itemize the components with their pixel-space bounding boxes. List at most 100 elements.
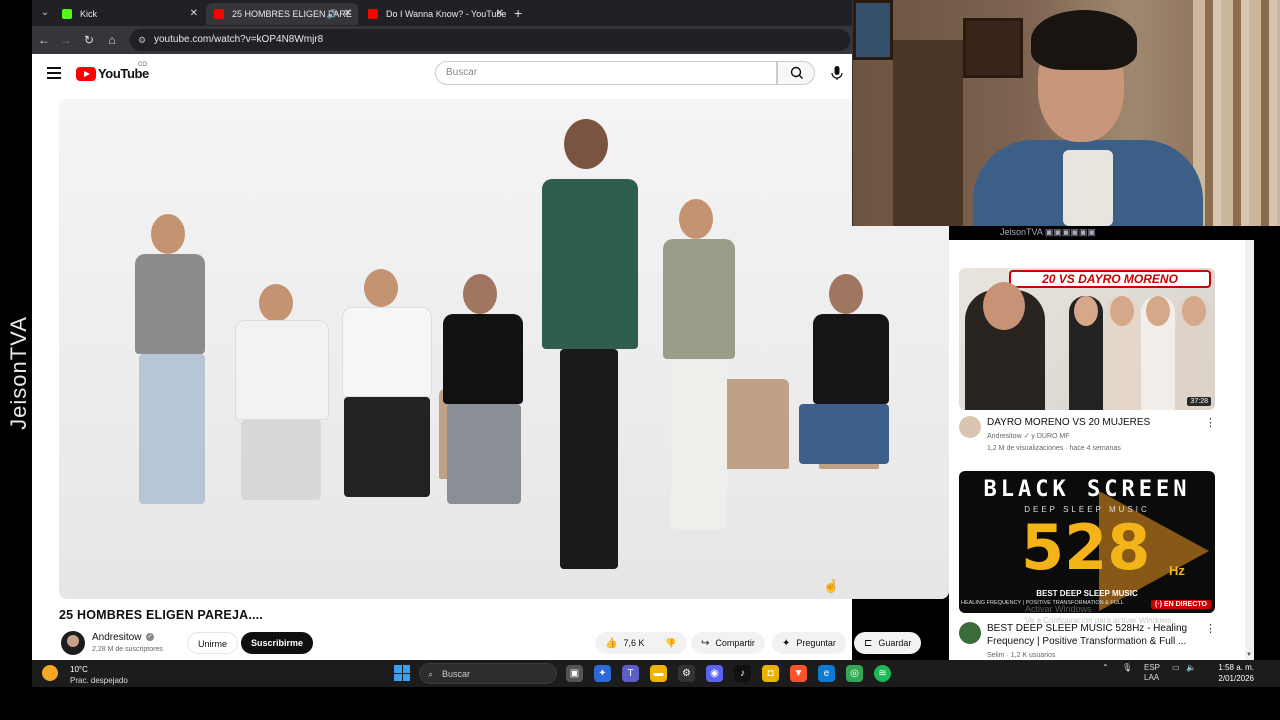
forward-arrow-icon[interactable]: → — [58, 32, 74, 48]
recommendation-stats: 1,2 M de visualizaciones · hace 4 semana… — [987, 445, 1121, 452]
tab-do-i-wanna-know[interactable]: Do I Wanna Know? - YouTube ✕ — [360, 3, 510, 25]
subscribe-label: Suscribirme — [251, 638, 304, 648]
person — [129, 214, 219, 514]
more-options-icon[interactable]: ⋮ — [1205, 416, 1216, 429]
search-input[interactable]: Buscar — [435, 61, 777, 85]
volume-icon[interactable]: 🔈 — [1186, 663, 1196, 672]
subscribe-button[interactable]: Suscribirme — [241, 632, 314, 654]
channel-avatar[interactable] — [959, 622, 981, 644]
system-clock[interactable]: 1:58 a. m. 2/01/2026 — [1204, 662, 1254, 684]
back-arrow-icon[interactable]: ← — [36, 32, 52, 48]
windows-start-icon[interactable] — [394, 665, 410, 681]
channel-name[interactable]: Andresitow — [92, 632, 141, 643]
brave-browser-icon[interactable]: ▼ — [790, 665, 807, 682]
url-text: youtube.com/watch?v=kOP4N8Wmjr8 — [154, 34, 324, 45]
recommendation-title[interactable]: DAYRO MORENO VS 20 MUJERES — [987, 416, 1199, 429]
streamer-shirt — [1063, 150, 1113, 226]
stream-watermark: JeisonTVA — [0, 0, 32, 660]
youtube-page: YouTube CO Buscar 25 HOMBRES ELIGEN PARE… — [32, 54, 949, 660]
site-info-icon[interactable]: ⚙ — [138, 34, 150, 46]
tab-label: Do I Wanna Know? - YouTube — [386, 9, 507, 19]
speaker-icon[interactable]: 🔊 — [327, 3, 338, 25]
tab-25-hombres[interactable]: 25 HOMBRES ELIGEN PARE 🔊 ✕ — [206, 3, 358, 25]
bookmark-icon: ⊏ — [864, 638, 873, 649]
social-handles-strip: JeisonTVA ▣▣▣▣▣▣ — [1000, 227, 1096, 237]
webcam-background-painting — [963, 18, 1023, 78]
recommendation-thumbnail[interactable]: BLACK SCREEN DEEP SLEEP MUSIC 528 Hz BES… — [959, 471, 1215, 613]
browser-tab-bar: ⌄ Kick ✕ 25 HOMBRES ELIGEN PARE 🔊 ✕ Do I… — [32, 0, 852, 26]
file-explorer-icon[interactable]: ▬ — [650, 665, 667, 682]
video-duration: 37:28 — [1187, 397, 1211, 406]
webcam-background-curtain — [1193, 0, 1280, 226]
more-options-icon[interactable]: ⋮ — [1205, 622, 1216, 635]
live-badge-label: EN DIRECTO — [1163, 601, 1207, 608]
task-view-icon[interactable]: ▣ — [566, 665, 583, 682]
home-icon[interactable]: ⌂ — [104, 32, 120, 48]
activate-windows-hint: Ve a Configuración para activar Windows. — [1025, 616, 1174, 625]
dislike-button[interactable]: 👎 — [657, 632, 687, 654]
person — [534, 119, 644, 589]
join-label: Unirme — [198, 639, 228, 649]
scrollbar[interactable]: ▼ — [1245, 240, 1254, 660]
recommendation-thumbnail[interactable]: 20 VS DAYRO MORENO 37:28 — [959, 268, 1215, 410]
person — [229, 284, 339, 514]
search-button[interactable] — [777, 61, 815, 85]
scroll-down-arrow-icon[interactable]: ▼ — [1246, 652, 1252, 658]
tray-overflow-chevron-icon[interactable]: ⌃ — [1102, 663, 1109, 672]
teams-icon[interactable]: T — [622, 665, 639, 682]
channel-avatar[interactable] — [61, 631, 85, 655]
new-tab-plus-icon[interactable]: + — [514, 4, 522, 22]
mouse-cursor-icon: ☝ — [823, 578, 840, 593]
social-handle-text: JeisonTVA — [1000, 227, 1043, 237]
thumbnail-person — [1105, 296, 1139, 410]
copilot-icon[interactable]: ✦ — [594, 665, 611, 682]
voice-search-button[interactable] — [827, 63, 847, 83]
address-bar[interactable]: ⚙ youtube.com/watch?v=kOP4N8Wmjr8 — [130, 29, 850, 51]
camera-app-icon[interactable]: ◘ — [762, 665, 779, 682]
recommendation-channel: Andresitow ✓ y DURO MF — [987, 433, 1070, 440]
close-tab-icon[interactable]: ✕ — [344, 3, 352, 25]
close-tab-icon[interactable]: ✕ — [190, 3, 198, 25]
hamburger-menu-icon[interactable] — [47, 67, 61, 79]
webcam-background-painting — [853, 0, 893, 60]
weather-widget[interactable]: 10°C Prac. despejado — [42, 663, 142, 685]
tab-search-icon[interactable]: ⌄ — [36, 4, 54, 22]
search-icon — [790, 66, 803, 79]
join-button[interactable]: Unirme — [187, 632, 239, 654]
close-tab-icon[interactable]: ✕ — [496, 3, 504, 25]
video-player[interactable] — [59, 99, 949, 599]
screen: JeisonTVA ⌄ Kick ✕ 25 HOMBRES ELIGEN PAR… — [0, 0, 1280, 720]
youtube-play-icon — [76, 67, 96, 81]
save-button[interactable]: ⊏ Guardar — [854, 632, 922, 654]
thumbs-up-icon: 👍 — [605, 638, 618, 649]
tiktok-icon[interactable]: ♪ — [734, 665, 751, 682]
edge-browser-icon[interactable]: e — [818, 665, 835, 682]
save-label: Guardar — [878, 638, 912, 648]
live-badge: (·) EN DIRECTO — [1151, 600, 1211, 609]
keyboard-language[interactable]: ESP LAA — [1144, 663, 1160, 683]
weather-description: Prac. despejado — [70, 676, 128, 685]
person — [799, 274, 899, 494]
thumbnail-person — [965, 282, 1045, 410]
webcam-overlay — [852, 0, 1280, 226]
recommendation-title[interactable]: BEST DEEP SLEEP MUSIC 528Hz - Healing Fr… — [987, 622, 1199, 648]
thumbnail-caption: BEST DEEP SLEEP MUSIC — [1036, 589, 1138, 598]
thumbnail-number: 528 — [1021, 511, 1151, 584]
channel-avatar[interactable] — [959, 416, 981, 438]
share-button[interactable]: ↪ Compartir — [691, 632, 765, 654]
subscriber-count: 2,28 M de suscriptores — [92, 646, 163, 653]
country-code: CO — [138, 62, 147, 68]
kick-favicon-icon — [62, 9, 72, 19]
discord-icon[interactable]: ◉ — [706, 665, 723, 682]
chrome-browser-icon[interactable]: ◎ — [846, 665, 863, 682]
settings-gear-icon[interactable]: ⚙ — [678, 665, 695, 682]
tab-kick[interactable]: Kick ✕ — [54, 3, 204, 25]
network-icon[interactable]: ▭ — [1172, 663, 1180, 672]
watermark-text: JeisonTVA — [5, 316, 31, 430]
taskbar-search-input[interactable]: ⌕ Buscar — [419, 663, 557, 684]
spotify-icon[interactable]: ≋ — [874, 665, 891, 682]
activate-windows-title: Activar Windows — [1025, 604, 1092, 614]
ask-button[interactable]: ✦ Preguntar — [772, 632, 846, 654]
microphone-tray-icon[interactable]: 🎙 — [1122, 663, 1132, 672]
reload-icon[interactable]: ↻ — [81, 32, 97, 48]
